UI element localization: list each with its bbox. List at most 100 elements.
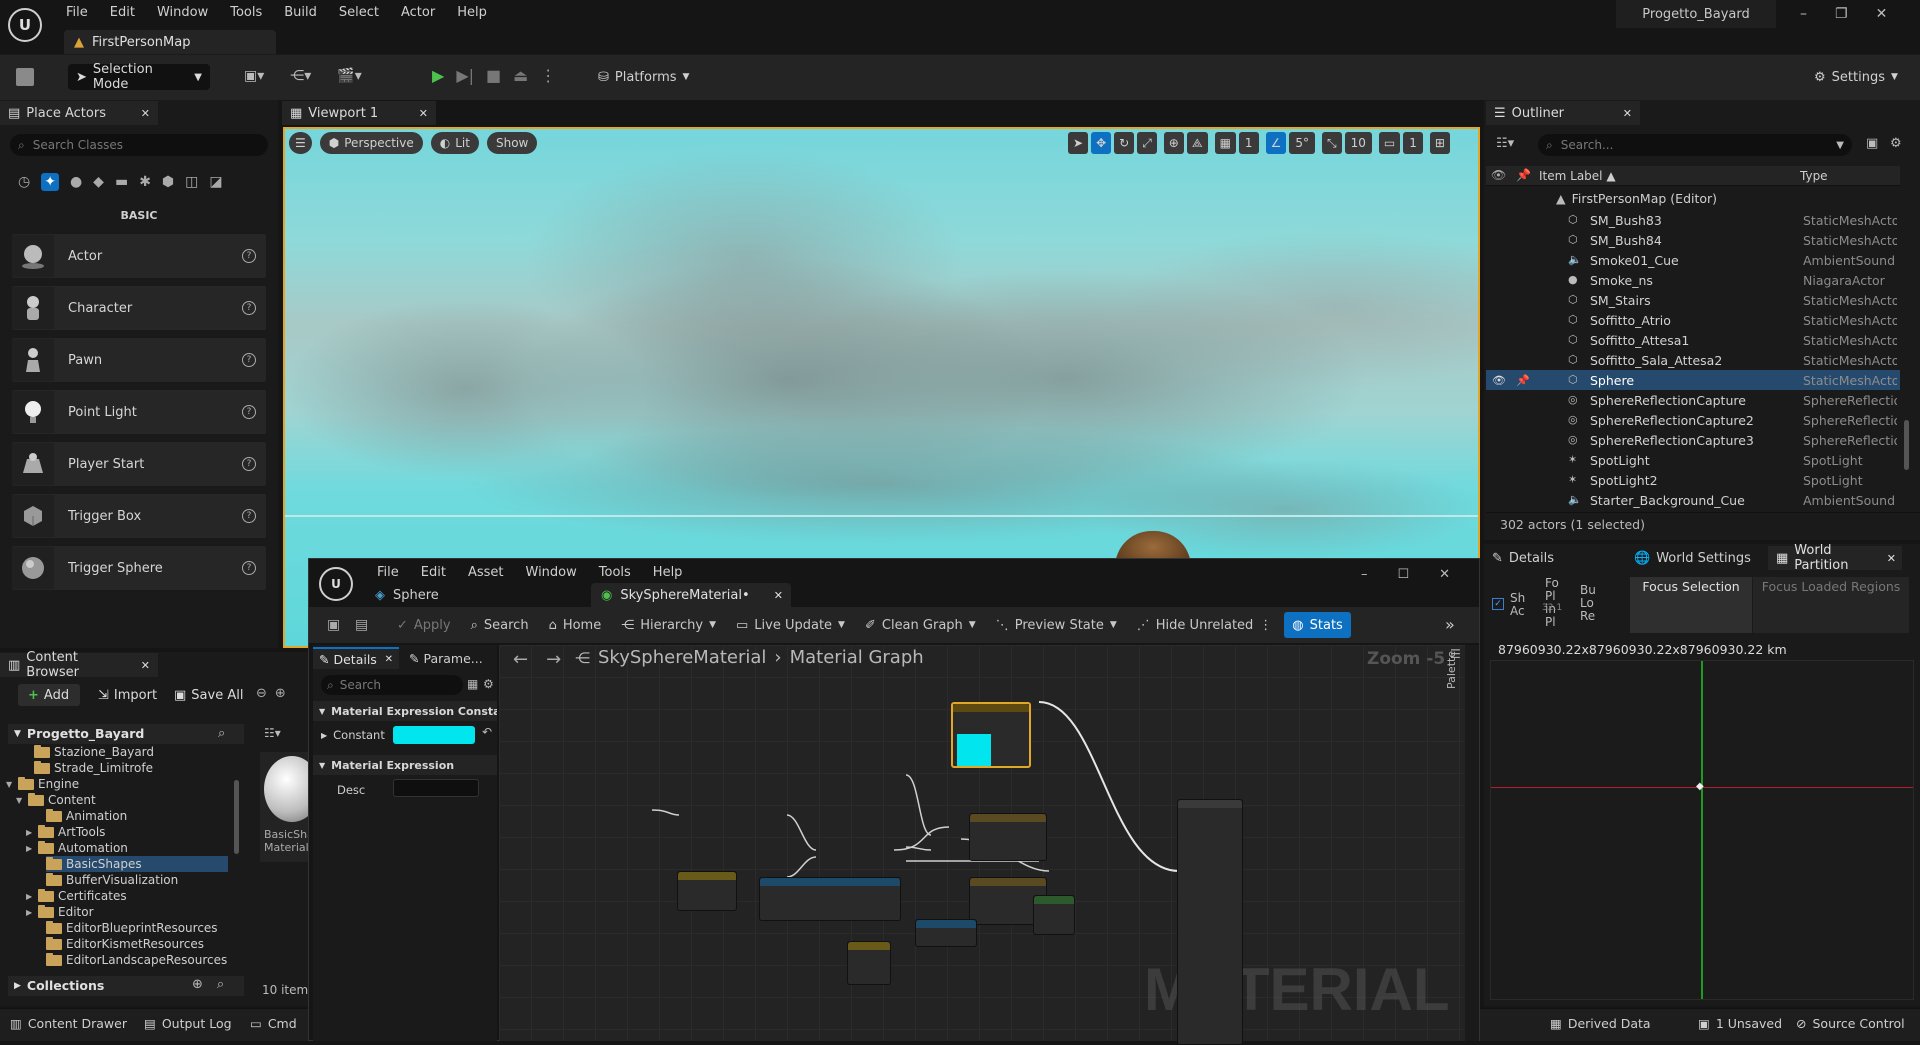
chevron-right-icon[interactable]: ▶	[26, 828, 36, 837]
menu-build[interactable]: Build	[284, 5, 317, 20]
outliner-row-smoke01-cue[interactable]: 🔈 Smoke01_Cue AmbientSound	[1486, 250, 1900, 270]
menu-window[interactable]: Window	[157, 5, 208, 20]
place-actors-search[interactable]: ⌕ Search Classes	[10, 134, 268, 156]
browse-icon[interactable]: ▤	[355, 617, 368, 633]
camera-speed-value[interactable]: 1	[1403, 132, 1423, 154]
tree-folder-automation[interactable]: ▶ Automation	[26, 840, 128, 856]
outliner-row-sm-bush83[interactable]: ⬡ SM_Bush83 StaticMeshActor	[1486, 210, 1900, 230]
place-actors-tab[interactable]: ▤ Place Actors ✕	[0, 101, 158, 125]
me-tab-sphere[interactable]: ◈ Sphere	[365, 583, 565, 607]
outliner-row-starter-background-cue[interactable]: 🔈 Starter_Background_Cue AmbientSound	[1486, 490, 1900, 510]
section-constant3vector[interactable]: ▼ Material Expression Constant 3Vecto	[313, 701, 497, 721]
minimize-icon[interactable]: –	[1800, 6, 1807, 22]
cinematic-icon[interactable]: ▬	[115, 174, 128, 190]
item-label-header[interactable]: Item Label ▲	[1539, 169, 1616, 183]
preview-state-button[interactable]: ⋱ Preview State ▼	[988, 612, 1125, 638]
recent-icon[interactable]: ◷	[18, 174, 30, 190]
type-header[interactable]: Type	[1800, 169, 1828, 183]
me-params-tab[interactable]: ✎ Parame...	[403, 647, 495, 669]
save-icon[interactable]	[16, 68, 34, 86]
home-button[interactable]: ⌂ Home	[541, 612, 610, 638]
blueprint-icon[interactable]: ⋲▾	[290, 68, 311, 84]
geometry-icon[interactable]: ⬢	[162, 174, 174, 190]
collections-header[interactable]: ▶ Collections	[14, 978, 104, 993]
grid-snap-value[interactable]: 1	[1238, 132, 1259, 154]
me-menu-help[interactable]: Help	[653, 565, 683, 580]
close-icon[interactable]: ✕	[774, 589, 783, 602]
help-icon[interactable]: ?	[242, 301, 256, 315]
focus-selection-button[interactable]: Focus Selection	[1630, 577, 1752, 633]
section-material-expression[interactable]: ▼ Material Expression	[313, 755, 497, 775]
me-menu-tools[interactable]: Tools	[599, 565, 631, 580]
show-button[interactable]: Show	[486, 132, 538, 154]
help-icon[interactable]: ?	[242, 561, 256, 575]
project-root[interactable]: ▼ Progetto_Bayard	[14, 726, 144, 741]
angle-snap-icon[interactable]: ∠	[1265, 132, 1287, 154]
me-menu-edit[interactable]: Edit	[421, 565, 446, 580]
tree-folder-buffervisualization[interactable]: BufferVisualization	[46, 872, 178, 888]
chevron-right-icon[interactable]: ▶	[26, 908, 36, 917]
actor-item-point-light[interactable]: Point Light ?	[12, 390, 266, 434]
palette-sidebar[interactable]	[1465, 645, 1479, 1041]
minimize-icon[interactable]: –	[1361, 567, 1368, 582]
outliner-scrollbar[interactable]	[1904, 420, 1909, 470]
world-settings-tab[interactable]: 🌐 World Settings	[1634, 548, 1751, 568]
search-icon[interactable]: ⌕	[217, 977, 224, 992]
scale-snap-value[interactable]: 10	[1344, 132, 1372, 154]
translate-tool-icon[interactable]: ✥	[1091, 132, 1112, 154]
outliner-row-spotlight[interactable]: ✶ SpotLight SpotLight	[1486, 450, 1900, 470]
outliner-row-sm-bush84[interactable]: ⬡ SM_Bush84 StaticMeshActor	[1486, 230, 1900, 250]
filter-icon[interactable]: ☷▾	[1496, 136, 1514, 151]
save-all-button[interactable]: ▣ Save All	[174, 684, 243, 706]
texcoord-node[interactable]	[677, 871, 737, 911]
close-icon[interactable]: ✕	[141, 659, 150, 672]
close-icon[interactable]: ✕	[1439, 567, 1450, 582]
menu-select[interactable]: Select	[339, 5, 379, 20]
output-log-button[interactable]: ▤ Output Log	[144, 1016, 232, 1031]
toolbar-overflow-icon[interactable]: »	[1445, 615, 1455, 634]
surface-snap-icon[interactable]: ⟁	[1186, 132, 1208, 154]
lights-icon[interactable]: ●	[70, 174, 82, 190]
derived-data-button[interactable]: ▦ Derived Data	[1550, 1016, 1651, 1031]
tree-folder-editorblueprintresources[interactable]: EditorBlueprintResources	[46, 920, 218, 936]
outliner-row-sphere[interactable]: 👁 📌 ⬡ Sphere StaticMeshActor	[1486, 370, 1900, 390]
actor-item-actor[interactable]: Actor ?	[12, 234, 266, 278]
chevron-down-icon[interactable]: ▼	[16, 796, 26, 805]
visual-effects-icon[interactable]: ✱	[139, 174, 151, 190]
cinematics-icon[interactable]: 🎬▾	[337, 68, 361, 84]
content-drawer-button[interactable]: ▥ Content Drawer	[10, 1016, 127, 1031]
visibility-eye-icon[interactable]: 👁	[1492, 374, 1506, 387]
me-menu-asset[interactable]: Asset	[468, 565, 504, 580]
reset-icon[interactable]: ↶	[482, 725, 492, 739]
wp-minimap[interactable]: ◆	[1490, 660, 1914, 1000]
tree-scrollbar[interactable]	[234, 780, 239, 854]
back-icon[interactable]: ⊖	[256, 686, 267, 701]
settings-gear-icon[interactable]: ⚙	[1890, 136, 1902, 151]
scale-snap-icon[interactable]: ⤡	[1321, 132, 1342, 154]
tree-folder-certificates[interactable]: ▶ Certificates	[26, 888, 127, 904]
tree-folder-editorkismetresources[interactable]: EditorKismetResources	[46, 936, 204, 952]
chevron-right-icon[interactable]: ▶	[26, 892, 36, 901]
platforms-button[interactable]: ⛁ Platforms ▼	[598, 64, 689, 90]
play-icon[interactable]: ▶	[432, 66, 444, 85]
close-icon[interactable]: ✕	[1876, 6, 1888, 22]
rotate-tool-icon[interactable]: ↻	[1114, 132, 1135, 154]
outliner-row-smoke-ns[interactable]: ● Smoke_ns NiagaraActor	[1486, 270, 1900, 290]
constant-color-swatch[interactable]	[393, 726, 475, 744]
focus-loaded-regions-button[interactable]: Focus Loaded Regions	[1753, 577, 1909, 633]
tree-folder-basicshapes[interactable]: BasicShapes	[46, 856, 228, 872]
world-space-icon[interactable]: ⊕	[1163, 132, 1184, 154]
tree-folder-animation[interactable]: Animation	[46, 808, 127, 824]
actor-item-player-start[interactable]: Player Start ?	[12, 442, 266, 486]
import-button[interactable]: ⇲ Import	[98, 684, 157, 706]
scalar-node[interactable]	[847, 941, 891, 985]
selection-mode-dropdown[interactable]: ➤ Selection Mode ▼	[68, 62, 210, 92]
world-partition-tab[interactable]: ▦ World Partition ✕	[1768, 543, 1902, 573]
outliner-search[interactable]: ⌕ Search... ▼	[1538, 134, 1852, 156]
help-icon[interactable]: ?	[242, 249, 256, 263]
me-menu-file[interactable]: File	[377, 565, 399, 580]
help-icon[interactable]: ?	[242, 353, 256, 367]
lerp-node[interactable]	[1033, 895, 1075, 935]
viewport-tab[interactable]: ▦ Viewport 1 ✕	[282, 101, 436, 125]
outliner-row-soffitto-attesa1[interactable]: ⬡ Soffitto_Attesa1 StaticMeshActor	[1486, 330, 1900, 350]
